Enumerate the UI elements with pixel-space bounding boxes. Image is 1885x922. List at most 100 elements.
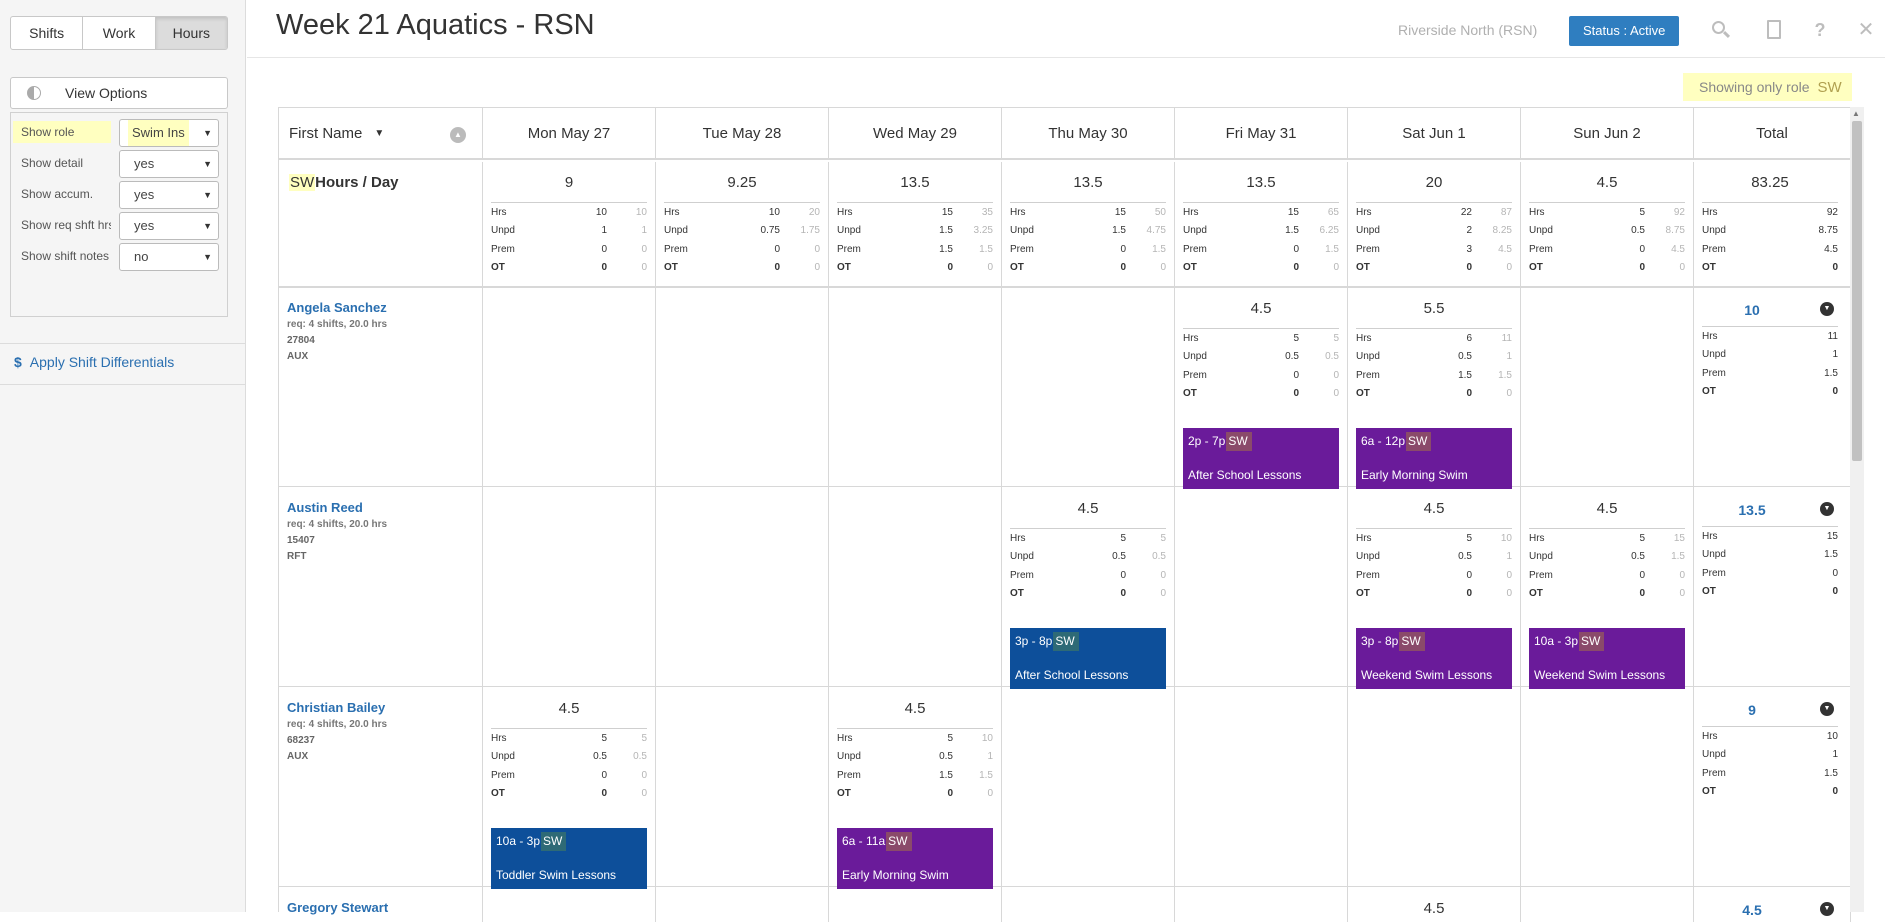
tab-hours[interactable]: Hours <box>155 17 227 49</box>
hours-value: 1.5 <box>939 243 953 255</box>
option-select[interactable]: yes ▼ <box>119 150 219 178</box>
column-header-label: Thu May 30 <box>1048 124 1128 142</box>
employee-name-link[interactable]: Austin Reed <box>287 500 387 515</box>
hours-row: Unpd 1.5 4.75 <box>1010 222 1166 241</box>
total-row: Hrs 11 <box>1702 327 1838 346</box>
tab-shifts[interactable]: Shifts <box>11 17 84 49</box>
hours-label: Hrs <box>1183 332 1199 344</box>
option-select[interactable]: Swim Ins ▼ <box>119 119 219 147</box>
hours-row: Hrs 10 10 <box>491 203 647 222</box>
expand-down-icon[interactable]: ▼ <box>1820 302 1834 316</box>
hours-accum: 3.25 <box>973 225 993 237</box>
hours-row: OT 0 0 <box>1356 585 1512 604</box>
option-select[interactable]: yes ▼ <box>119 212 219 240</box>
role-filter-text: Showing only role <box>1699 79 1810 95</box>
hours-value: 1.5 <box>939 225 953 237</box>
hours-label: Prem <box>1183 243 1207 255</box>
option-label: Show accum. <box>21 187 94 201</box>
shift-name: Early Morning Swim <box>842 868 949 882</box>
total-breakdown: Hrs 15 Unpd 1.5 Prem 0 OT 0 <box>1702 526 1838 601</box>
hours-row: Hrs 15 35 <box>837 203 993 222</box>
view-options-button[interactable]: View Options <box>10 77 228 109</box>
search-icon[interactable] <box>1709 19 1731 41</box>
total-label: Hrs <box>1702 530 1718 542</box>
shift-card[interactable]: 10a - 3p SW Toddler Swim Lessons <box>491 828 647 889</box>
hours-row: Prem 1.5 1.5 <box>1356 366 1512 385</box>
hours-row: Hrs 5 5 <box>491 729 647 748</box>
option-select[interactable]: no ▼ <box>119 243 219 271</box>
expand-down-icon[interactable]: ▼ <box>1820 702 1834 716</box>
column-day-header: Sat Jun 1 <box>1348 108 1521 160</box>
row-total: 13.5 ▼ Hrs 15 Unpd 1.5 Prem 0 OT 0 <box>1702 502 1838 601</box>
shift-role-tag: SW <box>1579 632 1605 651</box>
hours-accum: 0 <box>641 243 647 255</box>
pdf-icon[interactable] <box>1763 19 1785 41</box>
hours-value: 10 <box>768 206 780 218</box>
help-icon[interactable]: ? <box>1809 19 1831 41</box>
hours-accum: 1.75 <box>800 225 820 237</box>
hours-row: Prem 0 4.5 <box>1529 240 1685 259</box>
total-label: Unpd <box>1702 549 1726 561</box>
shift-card[interactable]: 2p - 7p SW After School Lessons <box>1183 428 1339 489</box>
first-name-sort[interactable]: First Name ▼ ▲ <box>279 108 483 160</box>
hours-breakdown: Hrs 5 10 Unpd 0.5 1 Prem 1.5 1.5 OT 0 0 <box>837 728 993 803</box>
hours-row: Prem 0 1.5 <box>1183 240 1339 259</box>
hours-accum: 5 <box>641 732 647 744</box>
collapse-icon[interactable]: ▲ <box>450 127 466 143</box>
page-title: Week 21 Aquatics - RSN <box>276 9 595 41</box>
expand-down-icon[interactable]: ▼ <box>1820 502 1834 516</box>
status-button[interactable]: Status : Active <box>1569 16 1680 46</box>
apply-label: Apply Shift Differentials <box>29 354 175 370</box>
scrollbar-thumb[interactable] <box>1852 121 1862 461</box>
column-total-header: Total <box>1694 108 1851 160</box>
employee-id: 15407 <box>287 535 315 546</box>
shift-card[interactable]: 3p - 8p SW After School Lessons <box>1010 628 1166 689</box>
hours-label: Hrs <box>491 206 507 218</box>
day-summary: 4.5 Hrs 5 10 Unpd 0.5 1 Prem 0 0 OT 0 0 <box>1356 500 1512 603</box>
hours-label: Unpd <box>1183 225 1207 237</box>
hours-accum: 0 <box>1333 262 1339 274</box>
expand-down-icon[interactable]: ▼ <box>1820 902 1834 916</box>
hours-accum: 1 <box>987 751 993 763</box>
option-value: Swim Ins <box>128 120 189 146</box>
hours-value: 0 <box>947 262 953 274</box>
total-hours-link[interactable]: 4.5 <box>1702 902 1802 918</box>
hours-value: 0 <box>1639 262 1645 274</box>
vertical-scrollbar[interactable]: ▲ <box>1850 107 1864 912</box>
hours-accum: 6.25 <box>1319 225 1339 237</box>
option-select[interactable]: yes ▼ <box>119 181 219 209</box>
total-value: 0 <box>1832 786 1838 798</box>
page-header: Week 21 Aquatics - RSN Riverside North (… <box>247 0 1885 58</box>
day-summary: 20 Hrs 22 87 Unpd 2 8.25 Prem 3 4.5 OT 0 0 <box>1356 174 1512 277</box>
employee-name-link[interactable]: Angela Sanchez <box>287 300 387 315</box>
hours-row: Unpd 0.5 0.5 <box>1010 548 1166 567</box>
shift-card[interactable]: 3p - 8p SW Weekend Swim Lessons <box>1356 628 1512 689</box>
hours-value: 5 <box>947 732 953 744</box>
total-hours-link[interactable]: 10 <box>1702 302 1802 318</box>
employee-id: 68237 <box>287 735 315 746</box>
hours-row: Prem 0 0 <box>1183 366 1339 385</box>
total-label: OT <box>1702 786 1716 798</box>
total-hours-link[interactable]: 13.5 <box>1702 502 1802 518</box>
employee-name-link[interactable]: Christian Bailey <box>287 700 387 715</box>
shift-card[interactable]: 6a - 11a SW Early Morning Swim <box>837 828 993 889</box>
shift-card[interactable]: 10a - 3p SW Weekend Swim Lessons <box>1529 628 1685 689</box>
employee-info: Christian Bailey req: 4 shifts, 20.0 hrs 6… <box>287 700 387 767</box>
hours-value: 0 <box>774 262 780 274</box>
hours-label: Hrs <box>837 732 853 744</box>
employee-name-link[interactable]: Gregory Stewart <box>287 900 388 915</box>
day-summary: 4.5 <box>1356 900 1512 922</box>
total-row: Prem 0 <box>1702 564 1838 583</box>
hours-accum: 5 <box>1333 332 1339 344</box>
scroll-up-icon[interactable]: ▲ <box>1852 109 1860 118</box>
total-hours-link[interactable]: 9 <box>1702 702 1802 718</box>
shift-card[interactable]: 6a - 12p SW Early Morning Swim <box>1356 428 1512 489</box>
tab-work[interactable]: Work <box>83 17 156 49</box>
apply-shift-differentials-link[interactable]: $ Apply Shift Differentials <box>14 354 174 370</box>
option-value: yes <box>134 156 155 171</box>
hours-row: Unpd 1.5 3.25 <box>837 222 993 241</box>
hours-accum: 4.5 <box>1671 243 1685 255</box>
shift-role-tag: SW <box>1226 432 1252 451</box>
close-icon[interactable]: ✕ <box>1855 19 1877 41</box>
hours-accum: 87 <box>1500 206 1512 218</box>
